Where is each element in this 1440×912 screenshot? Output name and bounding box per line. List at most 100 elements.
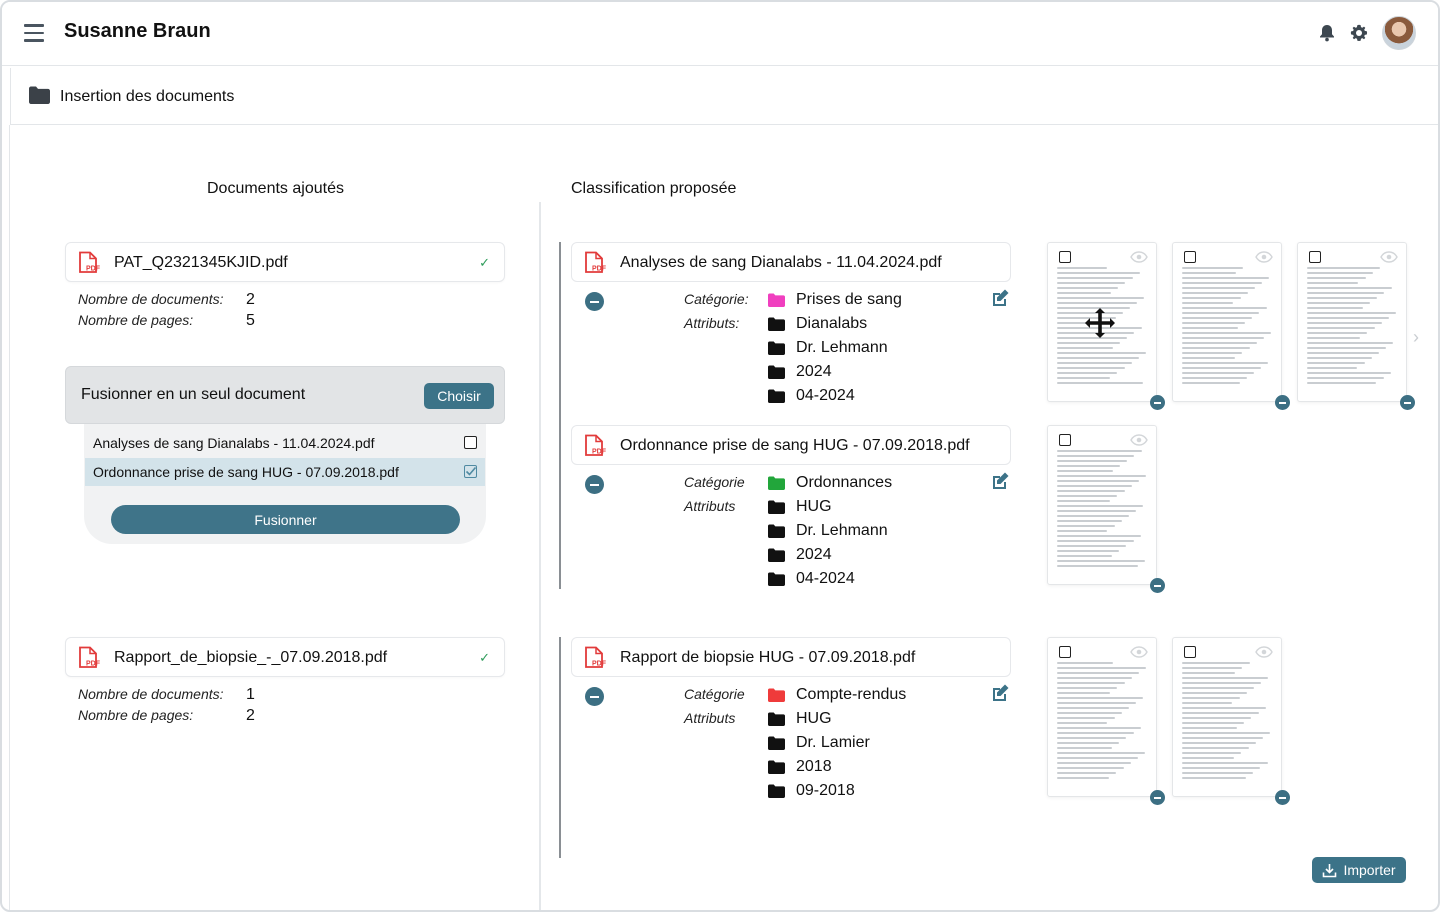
pdf-file-icon: PDF: [584, 646, 607, 674]
merge-button[interactable]: Fusionner: [111, 505, 460, 534]
svg-text:PDF: PDF: [592, 449, 606, 456]
attributes-label: Attributs: [684, 498, 736, 514]
folder-icon: [768, 365, 796, 379]
edit-icon[interactable]: [990, 471, 1010, 491]
classification-value-text: HUG: [796, 498, 832, 515]
menu-icon[interactable]: [24, 24, 44, 42]
column-divider: [539, 202, 541, 910]
page-text-lines: [1307, 267, 1397, 387]
import-label: Importer: [1343, 862, 1396, 878]
merge-list-item[interactable]: Ordonnance prise de sang HUG - 07.09.201…: [85, 458, 485, 486]
docs-count-label: Nombre de documents:: [78, 291, 224, 307]
page-thumbnail[interactable]: [1047, 637, 1157, 797]
eye-icon[interactable]: [1255, 645, 1273, 663]
merge-list-item[interactable]: Analyses de sang Dianalabs - 11.04.2024.…: [85, 429, 485, 457]
added-doc-card[interactable]: PDF PAT_Q2321345KJID.pdf ✓: [65, 242, 505, 282]
remove-page-button[interactable]: [1275, 790, 1290, 805]
remove-doc-button[interactable]: [585, 475, 604, 494]
folder-icon: [768, 293, 796, 307]
right-column-title: Classification proposée: [571, 180, 737, 197]
classified-doc-card[interactable]: PDF Ordonnance prise de sang HUG - 07.09…: [571, 425, 1011, 465]
page-select-checkbox[interactable]: [1184, 251, 1196, 263]
attribute-value: 09-2018: [768, 779, 906, 803]
attribute-value: 04-2024: [768, 567, 892, 591]
page-thumbnail[interactable]: [1172, 637, 1282, 797]
merge-panel-body: Analyses de sang Dianalabs - 11.04.2024.…: [84, 424, 486, 544]
eye-icon[interactable]: [1380, 250, 1398, 268]
download-icon: [1323, 863, 1337, 877]
folder-icon: [768, 784, 796, 798]
merge-item-checkbox-checked[interactable]: [464, 465, 477, 478]
merge-item-label: Ordonnance prise de sang HUG - 07.09.201…: [93, 464, 399, 480]
folder-icon: [768, 760, 796, 774]
svg-text:PDF: PDF: [86, 266, 100, 273]
classified-doc-card[interactable]: PDF Analyses de sang Dianalabs - 11.04.2…: [571, 242, 1011, 282]
remove-doc-button[interactable]: [585, 687, 604, 706]
attribute-value: Dr. Lehmann: [768, 519, 892, 543]
app-window: Susanne Braun Insertion des documents Do…: [0, 0, 1440, 912]
classified-doc-card[interactable]: PDF Rapport de biopsie HUG - 07.09.2018.…: [571, 637, 1011, 677]
classification-value-text: 04-2024: [796, 387, 855, 404]
remove-page-button[interactable]: [1275, 395, 1290, 410]
import-button[interactable]: Importer: [1312, 857, 1406, 883]
classified-filename: Rapport de biopsie HUG - 07.09.2018.pdf: [620, 649, 916, 666]
page-thumbnail[interactable]: [1297, 242, 1407, 402]
remove-page-button[interactable]: [1150, 790, 1165, 805]
folder-icon: [768, 712, 796, 726]
remove-page-button[interactable]: [1150, 578, 1165, 593]
classified-filename: Analyses de sang Dianalabs - 11.04.2024.…: [620, 254, 942, 271]
eye-icon[interactable]: [1130, 645, 1148, 663]
page-thumbnail[interactable]: [1047, 425, 1157, 585]
edit-icon[interactable]: [990, 683, 1010, 703]
avatar[interactable]: [1382, 16, 1416, 50]
remove-doc-button[interactable]: [585, 292, 604, 311]
page-select-checkbox[interactable]: [1309, 251, 1321, 263]
page-thumbnail[interactable]: [1172, 242, 1282, 402]
page-select-checkbox[interactable]: [1059, 434, 1071, 446]
attributes-label: Attributs:: [684, 315, 740, 331]
folder-icon: [768, 688, 796, 702]
attribute-value: 2018: [768, 755, 906, 779]
page-select-checkbox[interactable]: [1184, 646, 1196, 658]
classification-values: Compte-rendus HUG Dr. Lamier 2018 09-2018: [768, 683, 906, 803]
eye-icon[interactable]: [1130, 250, 1148, 268]
page-select-checkbox[interactable]: [1059, 251, 1071, 263]
remove-page-button[interactable]: [1400, 395, 1415, 410]
svg-text:PDF: PDF: [86, 661, 100, 668]
classification-value-text: Dr. Lehmann: [796, 522, 888, 539]
eye-icon[interactable]: [1255, 250, 1273, 268]
category-label: Catégorie: [684, 686, 745, 702]
page-select-checkbox[interactable]: [1059, 646, 1071, 658]
merge-item-label: Analyses de sang Dianalabs - 11.04.2024.…: [93, 435, 375, 451]
classification-value-text: Dianalabs: [796, 315, 868, 332]
attribute-value: 04-2024: [768, 384, 902, 408]
remove-page-button[interactable]: [1150, 395, 1165, 410]
merge-item-checkbox[interactable]: [464, 436, 477, 449]
classification-labels: Catégorie Attributs: [684, 474, 745, 522]
category-value: Prises de sang: [768, 288, 902, 312]
edit-icon[interactable]: [990, 288, 1010, 308]
gear-icon[interactable]: [1350, 24, 1368, 42]
folder-icon: [768, 572, 796, 586]
chevron-right-icon[interactable]: ›: [1413, 327, 1419, 348]
added-doc-card[interactable]: PDF Rapport_de_biopsie_-_07.09.2018.pdf …: [65, 637, 505, 677]
move-icon[interactable]: [1084, 307, 1116, 344]
check-icon: ✓: [479, 255, 490, 270]
left-edge: [9, 125, 10, 910]
eye-icon[interactable]: [1130, 433, 1148, 451]
folder-icon: [768, 500, 796, 514]
page-text-lines: [1182, 267, 1272, 387]
pages-count-label: Nombre de pages:: [78, 707, 194, 723]
svg-text:PDF: PDF: [592, 661, 606, 668]
choose-button[interactable]: Choisir: [424, 383, 494, 409]
top-bar: Susanne Braun: [2, 2, 1438, 66]
bell-icon[interactable]: [1318, 24, 1336, 42]
category-value: Compte-rendus: [768, 683, 906, 707]
pdf-file-icon: PDF: [78, 251, 101, 279]
classification-value-text: Dr. Lehmann: [796, 339, 888, 356]
pdf-file-icon: PDF: [584, 434, 607, 462]
classification-labels: Catégorie: Attributs:: [684, 291, 749, 339]
attribute-value: 2024: [768, 543, 892, 567]
classification-value-text: Dr. Lamier: [796, 734, 870, 751]
pages-count: 2: [246, 707, 255, 724]
